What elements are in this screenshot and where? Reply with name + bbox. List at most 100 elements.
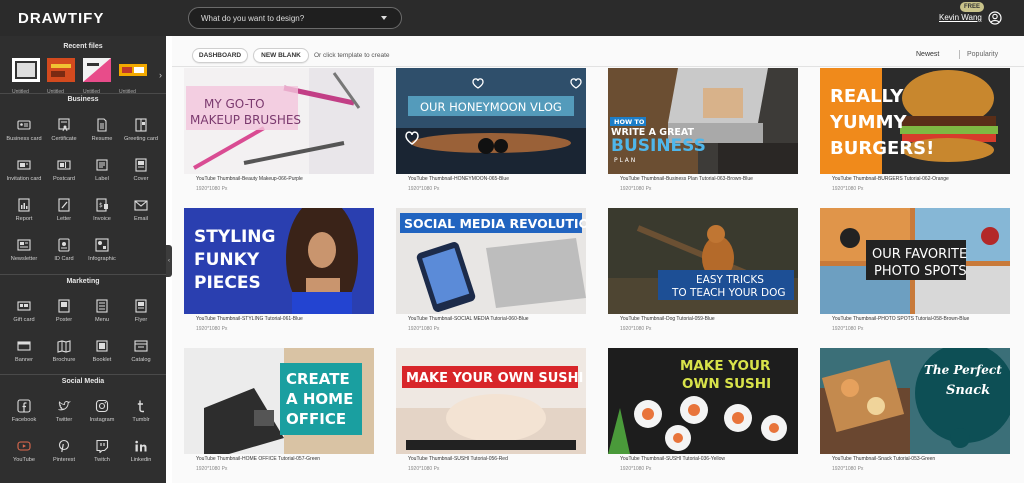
- category-letter[interactable]: Letter: [44, 198, 84, 222]
- username-link[interactable]: Kevin Wang: [939, 13, 982, 22]
- user-icon[interactable]: [988, 11, 1002, 25]
- template-thumbnail[interactable]: OUR HONEYMOON VLOG: [396, 68, 586, 174]
- category-catalog[interactable]: Catalog: [121, 339, 161, 363]
- category-menu[interactable]: Menu: [82, 299, 122, 323]
- category-email[interactable]: Email: [121, 198, 161, 222]
- template-thumbnail[interactable]: MAKE YOUR OWN SUSHI: [396, 348, 586, 454]
- category-label[interactable]: Label: [82, 158, 122, 182]
- thumbnail-headline-line: FUNKY: [194, 250, 260, 270]
- category-poster[interactable]: Poster: [44, 299, 84, 323]
- category-newsletter[interactable]: Newsletter: [4, 238, 44, 262]
- category-greeting-card[interactable]: Greeting card: [121, 118, 161, 142]
- catalog-icon: [134, 340, 148, 352]
- category-tumblr[interactable]: Tumblr: [121, 399, 161, 423]
- sort-newest[interactable]: Newest: [916, 51, 939, 58]
- category-gift-card[interactable]: Gift card: [4, 299, 44, 323]
- category-business-card[interactable]: Business card: [4, 118, 44, 142]
- create-hint: Or click template to create: [314, 52, 390, 59]
- template-thumbnail[interactable]: MY GO-TO MAKEUP BRUSHES: [184, 68, 374, 174]
- tumblr-icon: [137, 400, 144, 413]
- new-blank-button[interactable]: NEW BLANK: [253, 48, 309, 63]
- template-card[interactable]: MAKE YOUR OWN SUSHI YouTube Thumbnail-SU…: [396, 348, 586, 476]
- sidebar: Recent files Untitled Untitled Untitled …: [0, 36, 166, 483]
- category-banner[interactable]: Banner: [4, 339, 44, 363]
- template-thumbnail[interactable]: EASY TRICKS TO TEACH YOUR DOG: [608, 208, 798, 314]
- category-flyer[interactable]: Flyer: [121, 299, 161, 323]
- template-card[interactable]: HOW TO WRITE A GREAT BUSINESS P L A N Yo…: [608, 68, 798, 196]
- thumbnail-headline-line: REALLY: [830, 86, 904, 107]
- sort-popularity[interactable]: Popularity: [967, 51, 998, 58]
- template-card[interactable]: STYLING FUNKY PIECES YouTube Thumbnail-S…: [184, 208, 374, 336]
- cover-icon: [135, 158, 147, 172]
- business-card-icon: [17, 120, 31, 130]
- social-media-section-title: Social Media: [61, 378, 105, 385]
- category-linkedin[interactable]: Linkedin: [121, 439, 161, 463]
- template-title: YouTube Thumbnail-Dog Tutorial-059-Blue: [620, 316, 715, 322]
- recent-files-title: Recent files: [63, 43, 103, 50]
- template-card[interactable]: REALLY YUMMY BURGERS! YouTube Thumbnail-…: [820, 68, 1010, 196]
- category-invitation-card[interactable]: Invitation card: [4, 158, 44, 182]
- template-thumbnail[interactable]: OUR FAVORITE PHOTO SPOTS: [820, 208, 1010, 314]
- email-icon: [134, 200, 148, 211]
- category-twitter[interactable]: Twitter: [44, 399, 84, 423]
- thumbnail-headline-line: CREATE: [286, 370, 350, 388]
- template-thumbnail[interactable]: REALLY YUMMY BURGERS!: [820, 68, 1010, 174]
- template-thumbnail[interactable]: STYLING FUNKY PIECES: [184, 208, 374, 314]
- design-search-input[interactable]: [201, 11, 371, 25]
- top-bar: DRAWTIFY FREE Kevin Wang: [0, 0, 1024, 36]
- recent-file[interactable]: Untitled: [47, 58, 75, 95]
- chevron-down-icon[interactable]: [381, 16, 387, 20]
- thumbnail-headline-line: P L A N: [614, 157, 635, 164]
- dashboard-button[interactable]: DASHBOARD: [192, 48, 248, 63]
- category-invoice[interactable]: $ Invoice: [82, 198, 122, 222]
- category-youtube[interactable]: YouTube: [4, 439, 44, 463]
- template-card[interactable]: SOCIAL MEDIA REVOLUTION YouTube Thumbnai…: [396, 208, 586, 336]
- template-card[interactable]: CREATE A HOME OFFICE YouTube Thumbnail-H…: [184, 348, 374, 476]
- recent-file[interactable]: Untitled: [119, 58, 147, 95]
- recent-file[interactable]: Untitled: [12, 58, 40, 95]
- category-twitch[interactable]: Twitch: [82, 439, 122, 463]
- greeting-card-icon: [135, 118, 147, 132]
- thumbnail-headline-line: A HOME: [286, 390, 353, 408]
- template-dimensions: 1920*1080 Px: [620, 326, 652, 332]
- category-pinterest[interactable]: Pinterest: [44, 439, 84, 463]
- category-infographic[interactable]: Infographic: [82, 238, 122, 262]
- template-card[interactable]: EASY TRICKS TO TEACH YOUR DOG YouTube Th…: [608, 208, 798, 336]
- brochure-icon: [57, 340, 71, 353]
- template-card[interactable]: The Perfect Snack YouTube Thumbnail-Snac…: [820, 348, 1010, 476]
- thumbnail-headline-line: BURGERS!: [830, 138, 934, 159]
- design-search[interactable]: [188, 7, 402, 29]
- template-thumbnail[interactable]: The Perfect Snack: [820, 348, 1010, 454]
- template-card[interactable]: OUR HONEYMOON VLOG YouTube Thumbnail-HON…: [396, 68, 586, 196]
- category-postcard[interactable]: Postcard: [44, 158, 84, 182]
- template-thumbnail[interactable]: CREATE A HOME OFFICE: [184, 348, 374, 454]
- template-dimensions: 1920*1080 Px: [408, 326, 440, 332]
- thumbnail-headline-line: STYLING: [194, 227, 276, 247]
- template-card[interactable]: MAKE YOUR OWN SUSHI YouTube Thumbnail-SU…: [608, 348, 798, 476]
- template-thumbnail[interactable]: MAKE YOUR OWN SUSHI: [608, 348, 798, 454]
- thumbnail-headline-line: EASY TRICKS: [696, 274, 764, 286]
- template-card[interactable]: MY GO-TO MAKEUP BRUSHES YouTube Thumbnai…: [184, 68, 374, 196]
- template-dimensions: 1920*1080 Px: [196, 186, 228, 192]
- category-instagram[interactable]: Instagram: [82, 399, 122, 423]
- template-card[interactable]: OUR FAVORITE PHOTO SPOTS YouTube Thumbna…: [820, 208, 1010, 336]
- category-id-card[interactable]: ID Card: [44, 238, 84, 262]
- category-report[interactable]: Report: [4, 198, 44, 222]
- template-gallery: DASHBOARD NEW BLANK Or click template to…: [172, 36, 1024, 483]
- template-title: YouTube Thumbnail-PHOTO SPOTS Tutorial-0…: [832, 316, 970, 322]
- template-thumbnail[interactable]: HOW TO WRITE A GREAT BUSINESS P L A N: [608, 68, 798, 174]
- category-booklet[interactable]: Booklet: [82, 339, 122, 363]
- marketing-section-title: Marketing: [66, 278, 100, 285]
- chevron-right-icon[interactable]: ›: [159, 70, 162, 80]
- category-certificate[interactable]: Certificate: [44, 118, 84, 142]
- template-thumbnail[interactable]: SOCIAL MEDIA REVOLUTION: [396, 208, 586, 314]
- app-logo[interactable]: DRAWTIFY: [18, 10, 104, 27]
- category-cover[interactable]: Cover: [121, 158, 161, 182]
- id-card-icon: [58, 238, 70, 252]
- thumbnail-headline-line: MAKE YOUR OWN SUSHI: [406, 371, 583, 386]
- category-resume[interactable]: Resume: [82, 118, 122, 142]
- recent-file[interactable]: Untitled: [83, 58, 111, 95]
- category-brochure[interactable]: Brochure: [44, 339, 84, 363]
- flyer-icon: [135, 299, 147, 313]
- category-facebook[interactable]: Facebook: [4, 399, 44, 423]
